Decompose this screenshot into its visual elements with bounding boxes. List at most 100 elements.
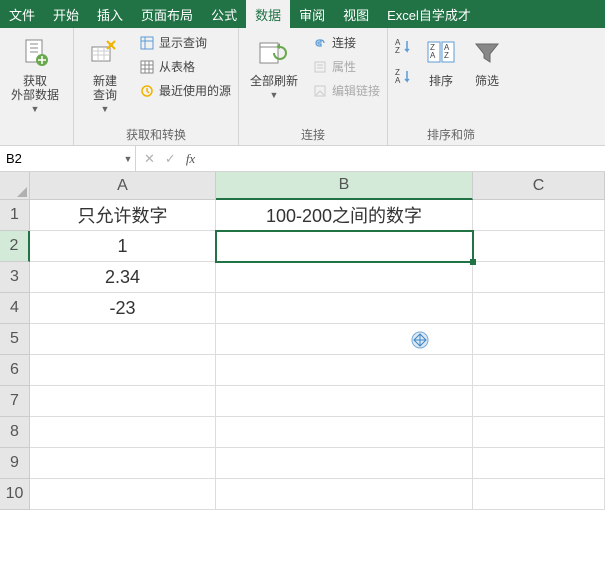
- cell-B6[interactable]: [216, 355, 473, 386]
- cell-C2[interactable]: [473, 231, 605, 262]
- row-header-4[interactable]: 4: [0, 293, 30, 324]
- chevron-down-icon: ▼: [101, 104, 110, 114]
- edit-links-button: 编辑链接: [309, 80, 383, 101]
- name-box[interactable]: ▼: [0, 146, 136, 171]
- cell-A9[interactable]: [30, 448, 216, 479]
- refresh-all-button[interactable]: 全部刷新 ▼: [243, 32, 305, 100]
- select-all-corner[interactable]: [0, 172, 30, 200]
- tab-6[interactable]: 审阅: [290, 0, 334, 28]
- fx-button[interactable]: fx: [186, 151, 195, 167]
- cell-B8[interactable]: [216, 417, 473, 448]
- show-queries-label: 显示查询: [159, 34, 207, 51]
- tab-4[interactable]: 公式: [202, 0, 246, 28]
- cell-A1[interactable]: 只允许数字: [30, 200, 216, 231]
- cell-B7[interactable]: [216, 386, 473, 417]
- table-row: [30, 448, 605, 479]
- cell-C1[interactable]: [473, 200, 605, 231]
- row-header-7[interactable]: 7: [0, 386, 30, 417]
- tab-0[interactable]: 文件: [0, 0, 44, 28]
- tab-1[interactable]: 开始: [44, 0, 88, 28]
- row-header-3[interactable]: 3: [0, 262, 30, 293]
- tab-5[interactable]: 数据: [246, 0, 290, 28]
- sort-desc-button[interactable]: ZA: [392, 66, 414, 88]
- cell-A5[interactable]: [30, 324, 216, 355]
- cell-C9[interactable]: [473, 448, 605, 479]
- show-queries-button[interactable]: 显示查询: [136, 32, 234, 53]
- properties-button: 属性: [309, 56, 383, 77]
- fill-handle[interactable]: [470, 259, 476, 265]
- cell-A6[interactable]: [30, 355, 216, 386]
- group-sort-filter: AZ ZA ZAAZ 排序 筛选 排序和筛: [388, 28, 514, 145]
- ribbon: 获取 外部数据 ▼ 新建 查询 ▼ 显示查询 从表: [0, 28, 605, 146]
- cell-B4[interactable]: [216, 293, 473, 324]
- tab-7[interactable]: 视图: [334, 0, 378, 28]
- cell-C5[interactable]: [473, 324, 605, 355]
- column-header-A[interactable]: A: [30, 172, 216, 200]
- get-external-data-label: 获取 外部数据: [11, 74, 59, 102]
- cell-A3[interactable]: 2.34: [30, 262, 216, 293]
- sort-asc-button[interactable]: AZ: [392, 36, 414, 58]
- cell-A7[interactable]: [30, 386, 216, 417]
- filter-button[interactable]: 筛选: [464, 32, 510, 88]
- grid-icon: [139, 59, 155, 75]
- group-connections: 全部刷新 ▼ 连接 属性 编辑链接 连接: [239, 28, 388, 145]
- connections-button[interactable]: 连接: [309, 32, 383, 53]
- cell-C4[interactable]: [473, 293, 605, 324]
- formula-input[interactable]: [203, 146, 605, 171]
- cell-A10[interactable]: [30, 479, 216, 510]
- group-sort-filter-label: 排序和筛: [392, 124, 510, 145]
- cell-C10[interactable]: [473, 479, 605, 510]
- cell-B10[interactable]: [216, 479, 473, 510]
- get-external-data-button[interactable]: 获取 外部数据 ▼: [4, 32, 66, 114]
- group-connections-label: 连接: [243, 124, 383, 145]
- name-box-dropdown[interactable]: ▼: [121, 154, 135, 164]
- column-headers: ABC: [30, 172, 605, 200]
- row-header-1[interactable]: 1: [0, 200, 30, 231]
- connections-small-buttons: 连接 属性 编辑链接: [309, 32, 383, 101]
- cell-A2[interactable]: 1: [30, 231, 216, 262]
- table-row: 只允许数字100-200之间的数字: [30, 200, 605, 231]
- from-table-button[interactable]: 从表格: [136, 56, 234, 77]
- cell-C7[interactable]: [473, 386, 605, 417]
- tab-3[interactable]: 页面布局: [132, 0, 202, 28]
- from-table-label: 从表格: [159, 58, 195, 75]
- get-transform-small-buttons: 显示查询 从表格 最近使用的源: [136, 32, 234, 101]
- recent-sources-button[interactable]: 最近使用的源: [136, 80, 234, 101]
- enter-icon: ✓: [165, 151, 176, 167]
- column-header-B[interactable]: B: [216, 172, 473, 200]
- row-headers: 12345678910: [0, 200, 30, 510]
- group-external-label: [4, 141, 69, 145]
- formula-bar: ▼ ✕ ✓ fx: [0, 146, 605, 172]
- new-query-button[interactable]: 新建 查询 ▼: [78, 32, 132, 114]
- table-row: 2.34: [30, 262, 605, 293]
- row-header-6[interactable]: 6: [0, 355, 30, 386]
- cell-A4[interactable]: -23: [30, 293, 216, 324]
- name-box-input[interactable]: [0, 146, 121, 171]
- cell-C3[interactable]: [473, 262, 605, 293]
- group-external: 获取 外部数据 ▼: [0, 28, 74, 145]
- column-header-C[interactable]: C: [473, 172, 605, 200]
- row-header-5[interactable]: 5: [0, 324, 30, 355]
- row-header-10[interactable]: 10: [0, 479, 30, 510]
- row-header-2[interactable]: 2: [0, 231, 30, 262]
- chevron-down-icon: ▼: [270, 90, 279, 100]
- cell-B9[interactable]: [216, 448, 473, 479]
- cell-C8[interactable]: [473, 417, 605, 448]
- sort-small-buttons: AZ ZA: [392, 32, 414, 88]
- tab-2[interactable]: 插入: [88, 0, 132, 28]
- tab-8[interactable]: Excel自学成才: [378, 0, 480, 28]
- cell-A8[interactable]: [30, 417, 216, 448]
- filter-label: 筛选: [475, 74, 499, 88]
- props-icon: [312, 59, 328, 75]
- filter-icon: [472, 34, 502, 72]
- cell-B5[interactable]: [216, 324, 473, 355]
- edit-links-label: 编辑链接: [332, 82, 380, 99]
- cell-B1[interactable]: 100-200之间的数字: [216, 200, 473, 231]
- cell-B2[interactable]: [216, 231, 473, 262]
- sort-button[interactable]: ZAAZ 排序: [418, 32, 464, 88]
- row-header-9[interactable]: 9: [0, 448, 30, 479]
- refresh-icon: [258, 34, 290, 72]
- cell-B3[interactable]: [216, 262, 473, 293]
- row-header-8[interactable]: 8: [0, 417, 30, 448]
- cell-C6[interactable]: [473, 355, 605, 386]
